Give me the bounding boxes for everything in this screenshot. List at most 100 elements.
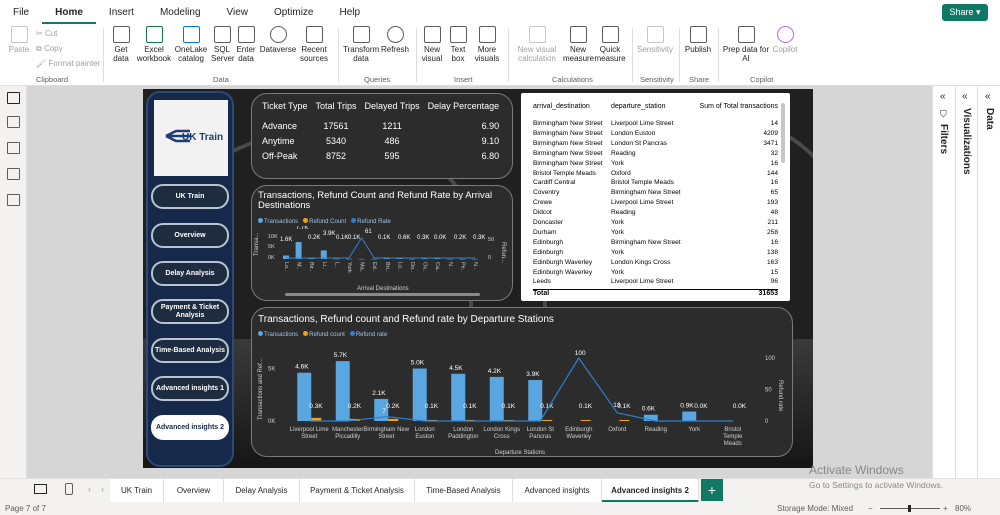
new-measure-button[interactable]: New measure [563, 26, 594, 63]
menu-file[interactable]: File [0, 0, 42, 24]
tab-overview[interactable]: Overview [164, 479, 224, 503]
new-visual-button[interactable]: New visual [420, 26, 444, 63]
legend-item: Refund count [303, 331, 345, 338]
prep-ai-icon [737, 26, 755, 43]
data-pane[interactable]: « Data [977, 86, 1000, 478]
menu-home[interactable]: Home [42, 0, 96, 24]
scrollbar[interactable] [781, 103, 785, 163]
table-row[interactable]: Coventry Birmingham New Street 65 [533, 189, 778, 199]
collapse-icon[interactable]: « [940, 91, 946, 102]
table-row[interactable]: Doncaster York 211 [533, 219, 778, 229]
mobile-view-icon[interactable] [65, 483, 73, 495]
menu-help[interactable]: Help [326, 0, 373, 24]
zoom-in-icon[interactable]: + [943, 504, 948, 513]
menu-optimize[interactable]: Optimize [261, 0, 326, 24]
table-row[interactable]: Birmingham New Street London St Pancras 34… [533, 140, 778, 150]
format-painter-button[interactable]: 🖌 Format painter [36, 59, 100, 68]
x-axis-title: Departure Stations [495, 450, 545, 456]
data-label: 0.1K [579, 403, 593, 410]
transform-label: Transform [343, 45, 380, 54]
table-row[interactable]: Leeds Liverpool Lime Street 96 [533, 278, 778, 288]
table-row[interactable]: Edinburgh Waverley York 15 [533, 269, 778, 279]
table-cell: Birmingham New Street [533, 149, 603, 157]
tab-advanced-2[interactable]: Advanced insights 2 [602, 479, 699, 503]
table-cell: Birmingham New Street [611, 238, 681, 246]
report-view-icon[interactable] [7, 92, 20, 104]
table-view-icon[interactable] [7, 116, 20, 128]
copy-button[interactable]: ⧉ Copy [36, 44, 63, 54]
table-row[interactable]: Edinburgh Birmingham New Street 16 [533, 239, 778, 249]
text-box-button[interactable]: Text box [447, 26, 469, 63]
get-data-button[interactable]: Get data [108, 26, 134, 63]
cut-button[interactable]: ✂ Cut [36, 29, 57, 38]
legend-item: Refund rate [349, 331, 387, 338]
dax-query-icon[interactable] [7, 168, 20, 180]
new-visual-calculation-button[interactable]: New visual calculation [512, 26, 562, 63]
table-cell: 48 [770, 209, 778, 217]
zoom-slider-handle[interactable] [908, 505, 911, 512]
table-row[interactable]: Edinburgh York 138 [533, 249, 778, 259]
menu-view[interactable]: View [214, 0, 262, 24]
nav-payment-ticket[interactable]: Payment & Ticket Analysis [151, 299, 229, 324]
publish-button[interactable]: Publish [683, 26, 713, 54]
table-row[interactable]: Birmingham New Street Reading 32 [533, 150, 778, 160]
quick-measure-button[interactable]: Quick measure [594, 26, 626, 63]
share-button[interactable]: Share ▾ [942, 4, 988, 21]
table-row[interactable]: Birmingham New Street York 16 [533, 160, 778, 170]
filters-pane[interactable]: « ⛉ Filters [932, 86, 955, 478]
y-axis-title: Transa... [254, 232, 260, 256]
nav-delay-analysis[interactable]: Delay Analysis [151, 261, 229, 286]
recent-sources-button[interactable]: Recent sources [298, 26, 330, 63]
tmdl-view-icon[interactable] [7, 194, 20, 206]
table-row[interactable]: Durham York 258 [533, 229, 778, 239]
desktop-view-icon[interactable] [34, 484, 47, 494]
expand-icon[interactable]: « [962, 91, 968, 102]
data-label: 0.0K [434, 235, 446, 241]
tab-delay-analysis[interactable]: Delay Analysis [224, 479, 300, 503]
divider [632, 28, 633, 82]
zoom-out-icon[interactable]: − [868, 504, 873, 513]
expand-icon[interactable]: « [985, 91, 991, 102]
menu-insert[interactable]: Insert [96, 0, 147, 24]
table-row[interactable]: Birmingham New Street London Euston 4209 [533, 130, 778, 140]
table-row[interactable]: Bristol Temple Meads Oxford 144 [533, 170, 778, 180]
nav-advanced-2[interactable]: Advanced insights 2 [151, 415, 229, 440]
visualizations-pane[interactable]: « Visualizations [955, 86, 977, 478]
excel-workbook-button[interactable]: Excel workbook [135, 26, 173, 63]
transform-data-button[interactable]: Transform data [343, 26, 379, 63]
refresh-button[interactable]: Refresh [380, 26, 410, 54]
copilot-button[interactable]: Copilot [770, 26, 800, 54]
table-row[interactable]: Didcot Reading 48 [533, 209, 778, 219]
nav-uk-train[interactable]: UK Train [151, 184, 229, 209]
data-label: 0.1K [463, 403, 477, 410]
menu-modeling[interactable]: Modeling [147, 0, 214, 24]
more-visuals-button[interactable]: More visuals [472, 26, 502, 63]
model-view-icon[interactable] [7, 142, 20, 154]
group-queries: Queries [364, 75, 391, 84]
table-row[interactable]: Edinburgh Waverley London Kings Cross 163 [533, 259, 778, 269]
scroll-right-icon[interactable]: › [101, 484, 104, 494]
sensitivity-button[interactable]: Sensitivity [636, 26, 674, 54]
tab-uk-train[interactable]: UK Train [110, 479, 164, 503]
tab-payment-ticket[interactable]: Payment & Ticket Analysis [300, 479, 415, 503]
bar [472, 258, 478, 260]
onelake-catalog-button[interactable]: OneLake catalog [173, 26, 209, 63]
table-row[interactable]: Crewe Liverpool Lime Street 193 [533, 199, 778, 209]
dataverse-button[interactable]: Dataverse [259, 26, 297, 54]
tab-time-based[interactable]: Time-Based Analysis [415, 479, 513, 503]
tab-advanced-1[interactable]: Advanced insights [513, 479, 602, 503]
paste-button[interactable]: Paste [8, 26, 30, 54]
nav-time-based[interactable]: Time-Based Analysis [151, 338, 229, 363]
table-row[interactable]: Birmingham New Street Liverpool Lime Stre… [533, 120, 778, 130]
sql-server-button[interactable]: SQL Server [211, 26, 235, 63]
add-page-button[interactable]: + [701, 479, 723, 501]
table-row[interactable]: Cardiff Central Bristol Temple Meads 16 [533, 179, 778, 189]
scroll-left-icon[interactable]: ‹ [88, 484, 91, 494]
table-cell: York [611, 228, 624, 236]
enter-data-button[interactable]: Enter data [235, 26, 257, 63]
shield-icon [646, 26, 664, 43]
nav-overview[interactable]: Overview [151, 223, 229, 248]
table-cell: Reading [611, 149, 636, 157]
prep-data-ai-button[interactable]: Prep data for AI [722, 26, 770, 63]
nav-advanced-1[interactable]: Advanced insights 1 [151, 376, 229, 401]
